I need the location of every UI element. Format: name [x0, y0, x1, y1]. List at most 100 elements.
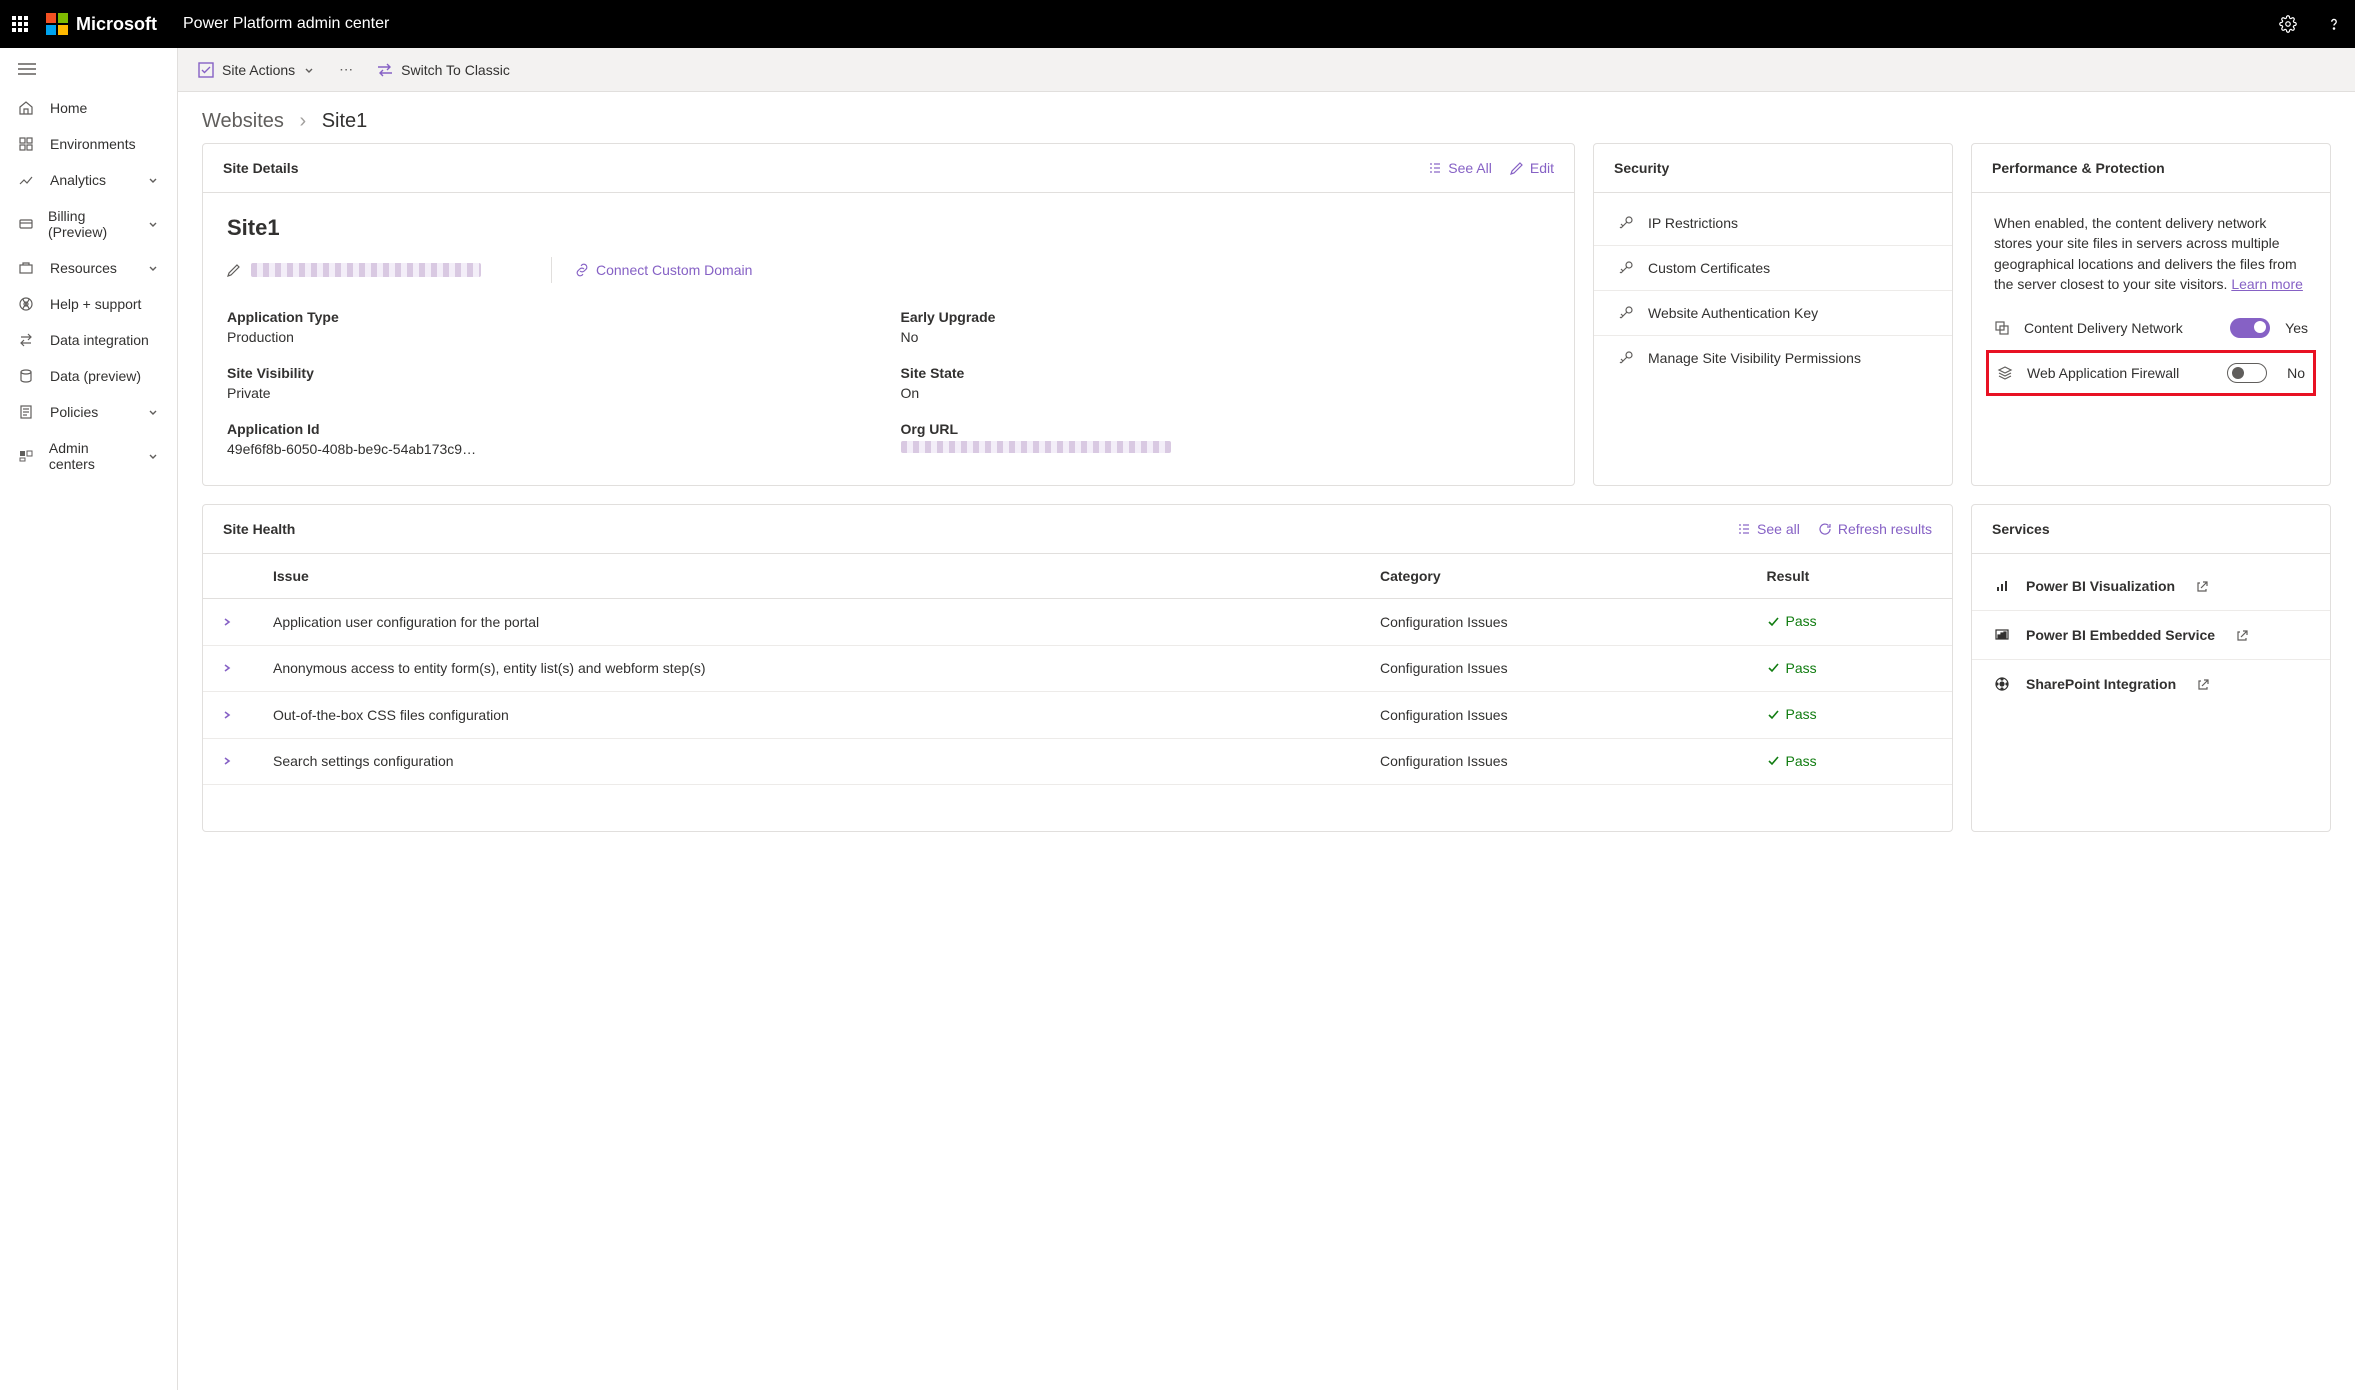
sidebar-item-home[interactable]: Home — [0, 90, 177, 126]
chevron-down-icon — [147, 218, 159, 230]
service-item[interactable]: Power BI Embedded Service — [1972, 611, 2330, 660]
security-item[interactable]: Website Authentication Key — [1594, 291, 1952, 336]
app-launcher-icon[interactable] — [12, 16, 28, 32]
toggle-label: Web Application Firewall — [2027, 365, 2215, 381]
vertical-divider — [551, 257, 552, 283]
sidebar-item-environments[interactable]: Environments — [0, 126, 177, 162]
col-category[interactable]: Category — [1362, 554, 1749, 599]
refresh-results-button[interactable]: Refresh results — [1818, 521, 1932, 537]
field-application-id: Application Id 49ef6f8b-6050-408b-be9c-5… — [227, 421, 877, 457]
admincenters-icon — [18, 448, 35, 464]
expand-row-button[interactable] — [203, 692, 255, 739]
external-link-icon — [2195, 580, 2208, 593]
toggle-switch[interactable] — [2230, 318, 2270, 338]
firewall-icon — [1997, 365, 2015, 381]
result-cell: Pass — [1749, 599, 1952, 646]
col-issue[interactable]: Issue — [255, 554, 1362, 599]
sidebar-item-analytics[interactable]: Analytics — [0, 162, 177, 198]
resources-icon — [18, 260, 36, 276]
expand-row-button[interactable] — [203, 645, 255, 692]
sidebar-item-policies[interactable]: Policies — [0, 394, 177, 430]
sidebar-item-label: Data integration — [50, 332, 149, 348]
site-health-table: Issue Category Result Application user c… — [203, 554, 1952, 785]
more-actions-button[interactable]: ⋯ — [333, 61, 359, 78]
service-label: SharePoint Integration — [2026, 676, 2176, 692]
chevron-down-icon — [147, 406, 159, 418]
expand-row-button[interactable] — [203, 738, 255, 785]
sidebar-item-billing[interactable]: Billing (Preview) — [0, 198, 177, 250]
site-name: Site1 — [227, 215, 1550, 241]
key-icon — [1616, 215, 1634, 231]
service-item[interactable]: SharePoint Integration — [1972, 660, 2330, 708]
toggle-state: Yes — [2282, 320, 2308, 336]
edit-button[interactable]: Edit — [1510, 160, 1554, 176]
datapreview-icon — [18, 368, 36, 384]
breadcrumb: Websites › Site1 — [178, 92, 2355, 143]
result-cell: Pass — [1749, 645, 1952, 692]
analytics-icon — [18, 172, 36, 188]
col-result[interactable]: Result — [1749, 554, 1952, 599]
field-site-state: Site State On — [901, 365, 1551, 401]
chevron-down-icon — [147, 174, 159, 186]
billing-icon — [18, 216, 34, 232]
microsoft-logo: Microsoft — [46, 13, 157, 35]
sidebar-item-label: Analytics — [50, 172, 106, 188]
field-org-url: Org URL — [901, 421, 1551, 457]
issue-cell: Search settings configuration — [255, 738, 1362, 785]
sidebar-item-label: Admin centers — [49, 440, 133, 472]
command-bar: Site Actions ⋯ Switch To Classic — [178, 48, 2355, 92]
learn-more-link[interactable]: Learn more — [2231, 276, 2303, 292]
sidebar-item-dataint[interactable]: Data integration — [0, 322, 177, 358]
category-cell: Configuration Issues — [1362, 599, 1749, 646]
breadcrumb-current: Site1 — [322, 110, 368, 132]
sidebar-item-resources[interactable]: Resources — [0, 250, 177, 286]
sidebar-toggle-icon[interactable] — [0, 48, 177, 90]
toggle-row-cdn: Content Delivery Network Yes — [1994, 308, 2308, 348]
site-state-label: Site State — [901, 365, 1551, 381]
see-all-button[interactable]: See All — [1428, 160, 1492, 176]
sidebar-item-label: Resources — [50, 260, 117, 276]
security-item[interactable]: Custom Certificates — [1594, 246, 1952, 291]
security-item[interactable]: Manage Site Visibility Permissions — [1594, 336, 1952, 380]
key-icon — [1616, 305, 1634, 321]
dataint-icon — [18, 332, 36, 348]
service-label: Power BI Visualization — [2026, 578, 2175, 594]
gear-icon[interactable] — [2279, 15, 2297, 33]
sidebar-item-label: Data (preview) — [50, 368, 141, 384]
security-item-label: IP Restrictions — [1648, 215, 1738, 231]
site-health-title: Site Health — [223, 521, 295, 537]
cdn-icon — [1994, 320, 2012, 336]
switch-to-classic-button[interactable]: Switch To Classic — [377, 62, 510, 78]
pencil-icon[interactable] — [227, 263, 241, 277]
result-cell: Pass — [1749, 692, 1952, 739]
site-actions-button[interactable]: Site Actions — [198, 62, 315, 78]
see-all-label: See All — [1448, 160, 1492, 176]
breadcrumb-root[interactable]: Websites — [202, 110, 284, 132]
service-label: Power BI Embedded Service — [2026, 627, 2215, 643]
sidebar-item-datapreview[interactable]: Data (preview) — [0, 358, 177, 394]
sidebar-item-help[interactable]: Help + support — [0, 286, 177, 322]
site-health-card: Site Health See all Refresh results — [202, 504, 1953, 832]
field-site-visibility: Site Visibility Private — [227, 365, 877, 401]
help-icon[interactable] — [2325, 15, 2343, 33]
external-link-icon — [2196, 678, 2209, 691]
app-id-label: Application Id — [227, 421, 877, 437]
connect-custom-domain-button[interactable]: Connect Custom Domain — [574, 262, 752, 278]
security-card: Security IP RestrictionsCustom Certifica… — [1593, 143, 1953, 486]
site-details-card: Site Details See All Edit Site1 — [202, 143, 1575, 486]
sidebar-item-admincenters[interactable]: Admin centers — [0, 430, 177, 482]
toggle-switch[interactable] — [2227, 363, 2267, 383]
service-icon — [1994, 676, 2012, 692]
main-content: Site Actions ⋯ Switch To Classic Website… — [178, 48, 2355, 1390]
expand-row-button[interactable] — [203, 599, 255, 646]
service-item[interactable]: Power BI Visualization — [1972, 562, 2330, 611]
security-item[interactable]: IP Restrictions — [1594, 201, 1952, 246]
toggle-label: Content Delivery Network — [2024, 320, 2218, 336]
field-early-upgrade: Early Upgrade No — [901, 309, 1551, 345]
sidebar-item-label: Policies — [50, 404, 98, 420]
left-sidebar: HomeEnvironments Analytics Billing (Previe… — [0, 48, 178, 1390]
performance-card: Performance & Protection When enabled, t… — [1971, 143, 2331, 486]
visibility-label: Site Visibility — [227, 365, 877, 381]
policies-icon — [18, 404, 36, 420]
health-see-all-button[interactable]: See all — [1737, 521, 1800, 537]
